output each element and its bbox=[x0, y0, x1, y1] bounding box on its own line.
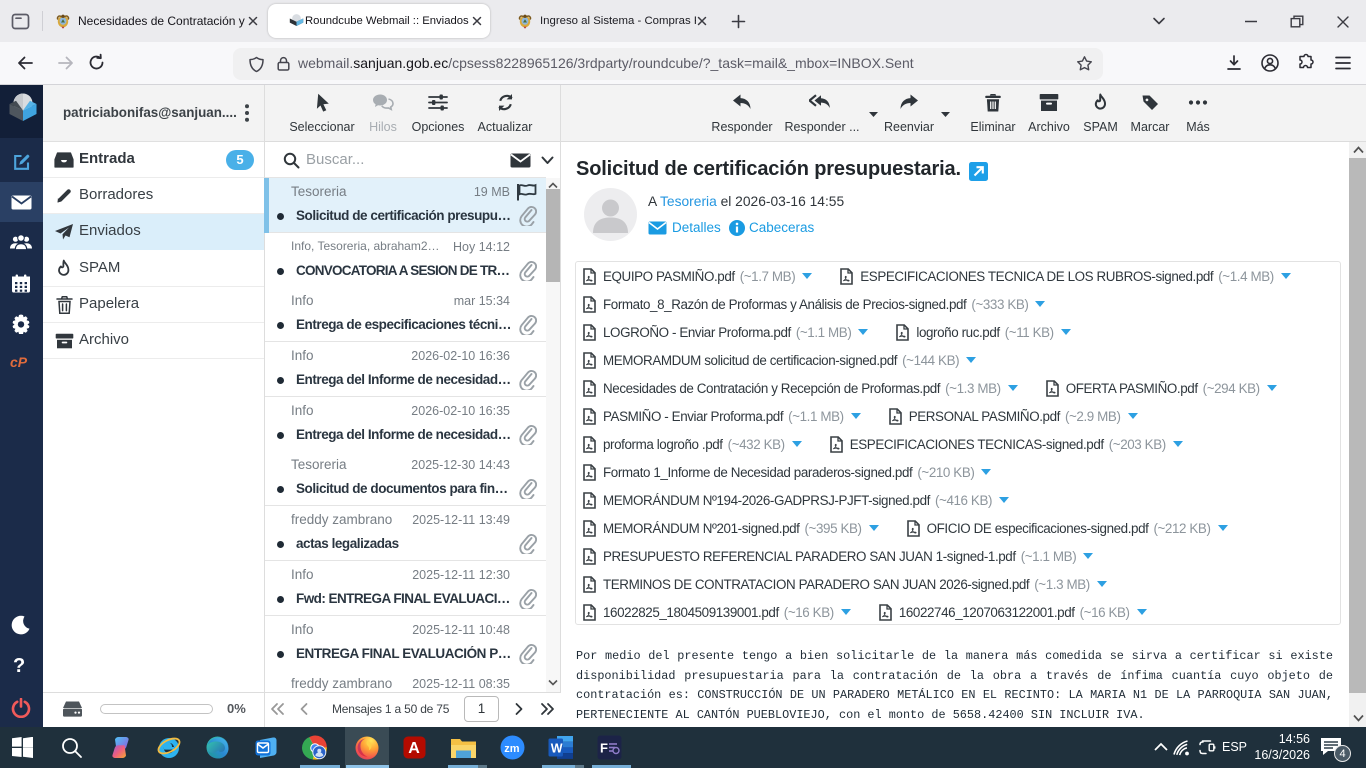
svg-text:W: W bbox=[551, 742, 563, 756]
svg-text:zm: zm bbox=[504, 743, 520, 755]
svg-text:A: A bbox=[408, 740, 420, 757]
svg-text:F: F bbox=[600, 741, 608, 756]
